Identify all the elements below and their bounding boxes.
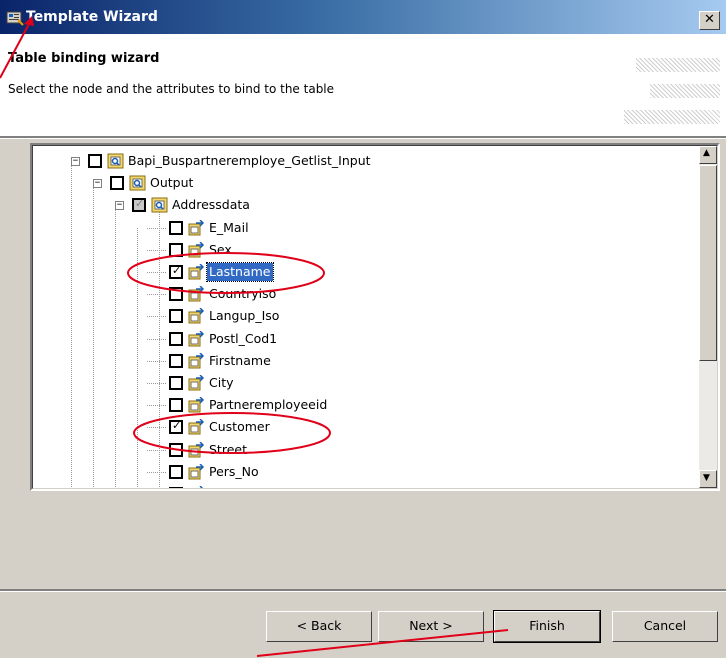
- node-label: Addressdata: [172, 197, 250, 213]
- node-checkbox[interactable]: [169, 464, 183, 479]
- tree-node-addressdata[interactable]: − ✓ Addressdata: [33, 194, 693, 216]
- tree-attribute-row[interactable]: Street: [33, 439, 693, 461]
- tree-attribute-row[interactable]: Pers_No: [33, 461, 693, 483]
- node-label: Countryiso: [209, 286, 277, 302]
- node-checkbox[interactable]: [169, 353, 183, 368]
- node-checkbox[interactable]: [169, 487, 183, 488]
- checkmark-icon: ✓: [172, 419, 182, 433]
- tree-attribute-row[interactable]: City: [33, 372, 693, 394]
- wizard-footer: < Back Next > Finish Cancel: [0, 592, 726, 658]
- node-checkbox[interactable]: ✓: [169, 264, 183, 279]
- header-banner-graphic-3: [624, 110, 720, 124]
- attribute-icon: [188, 219, 205, 236]
- tree-attribute-row[interactable]: Sex: [33, 239, 693, 261]
- header-banner-graphic-2: [650, 84, 720, 98]
- node-label: Street: [209, 441, 247, 457]
- tree-attribute-row[interactable]: ✓ Customer: [33, 416, 693, 438]
- node-checkbox[interactable]: [169, 287, 183, 302]
- arrow-down-icon: ▼: [703, 473, 710, 483]
- attribute-icon: [199, 486, 204, 488]
- tree-expander-icon[interactable]: −: [93, 179, 102, 189]
- node-label: Langup_Iso: [209, 308, 280, 324]
- node-folder-icon: [151, 197, 168, 213]
- attribute-icon: [188, 441, 205, 458]
- node-checkbox[interactable]: [169, 442, 183, 457]
- tree-expander-icon[interactable]: −: [115, 201, 124, 211]
- window-title: Template Wizard: [26, 9, 158, 25]
- node-folder-icon: [107, 153, 124, 169]
- node-folder-icon: [129, 175, 146, 191]
- node-checkbox[interactable]: [169, 398, 183, 413]
- tree-attribute-row[interactable]: Title_P: [33, 483, 693, 488]
- wizard-content: − Bapi_Buspartneremploye_Getlist_Input − Ou…: [0, 139, 726, 589]
- attribute-icon: [188, 463, 205, 480]
- tree-node-output[interactable]: − Output: [33, 172, 693, 194]
- node-label: E_Mail: [209, 219, 249, 235]
- attribute-icon: [188, 375, 205, 391]
- checkmark-icon: ✓: [135, 197, 145, 211]
- node-tree[interactable]: − Bapi_Buspartneremploye_Getlist_Input − Ou…: [30, 143, 720, 491]
- header-banner-graphic: [636, 58, 720, 72]
- wizard-header: Table binding wizard Select the node and…: [0, 34, 726, 136]
- attribute-icon: [188, 330, 205, 347]
- node-checkbox[interactable]: [169, 331, 183, 346]
- tree-expander-icon[interactable]: −: [71, 157, 80, 166]
- node-label: Firstname: [209, 352, 271, 368]
- scroll-thumb[interactable]: [699, 165, 717, 361]
- close-icon: ✕: [704, 12, 715, 27]
- node-checkbox[interactable]: [169, 376, 183, 390]
- node-label: Pers_No: [209, 463, 259, 479]
- close-button[interactable]: ✕: [699, 11, 720, 30]
- tree-attribute-row[interactable]: Langup_Iso: [33, 305, 693, 327]
- node-label: Postl_Cod1: [209, 330, 278, 346]
- page-description: Select the node and the attributes to bi…: [8, 82, 335, 96]
- cancel-button[interactable]: Cancel: [612, 611, 718, 642]
- node-label: Title_P: [207, 485, 252, 488]
- node-checkbox[interactable]: [169, 242, 183, 257]
- tree-attribute-row[interactable]: Countryiso: [33, 283, 693, 305]
- node-label: Customer: [209, 419, 270, 435]
- attribute-icon: [188, 352, 205, 369]
- finish-button[interactable]: Finish: [493, 610, 601, 643]
- node-checkbox[interactable]: [88, 154, 102, 168]
- tree-attribute-row[interactable]: E_Mail: [33, 217, 693, 239]
- scroll-up-button[interactable]: ▲: [699, 146, 717, 164]
- node-label: Partneremployeeid: [209, 397, 328, 413]
- attribute-icon: [188, 397, 205, 413]
- attribute-icon: [188, 308, 205, 324]
- page-title: Table binding wizard: [8, 51, 160, 66]
- tree-attribute-row[interactable]: Postl_Cod1: [33, 328, 693, 350]
- node-label: City: [209, 375, 234, 390]
- node-label: Lastname: [206, 262, 274, 282]
- node-checkbox[interactable]: ✓: [169, 419, 183, 435]
- attribute-icon: [188, 264, 205, 280]
- node-checkbox[interactable]: ✓: [132, 197, 146, 213]
- node-label: Sex: [209, 241, 232, 257]
- title-bar[interactable]: Template Wizard ✕: [0, 0, 726, 34]
- attribute-icon: [188, 419, 205, 435]
- template-wizard-window: Template Wizard ✕ Table binding wizard S…: [0, 0, 726, 658]
- node-label: Bapi_Buspartneremploye_Getlist_Input: [128, 153, 371, 168]
- scroll-down-button[interactable]: ▼: [699, 470, 717, 488]
- tree-attribute-row[interactable]: Firstname: [33, 350, 693, 372]
- tree-vertical-scrollbar[interactable]: ▲ ▼: [699, 146, 717, 488]
- checkmark-icon: ✓: [172, 264, 182, 277]
- back-button[interactable]: < Back: [266, 611, 372, 642]
- attribute-icon: [188, 241, 205, 258]
- arrow-up-icon: ▲: [703, 148, 710, 158]
- tree-attribute-row[interactable]: ✓ Lastname: [33, 261, 693, 283]
- attribute-icon: [188, 286, 205, 302]
- next-button[interactable]: Next >: [378, 611, 484, 642]
- tree-node-root[interactable]: − Bapi_Buspartneremploye_Getlist_Input: [33, 150, 693, 172]
- tree-attribute-row[interactable]: Partneremployeeid: [33, 394, 693, 416]
- node-checkbox[interactable]: [169, 309, 183, 324]
- node-label: Output: [150, 175, 194, 191]
- wizard-app-icon: [6, 11, 24, 26]
- node-checkbox[interactable]: [110, 176, 124, 191]
- node-checkbox[interactable]: [169, 220, 183, 235]
